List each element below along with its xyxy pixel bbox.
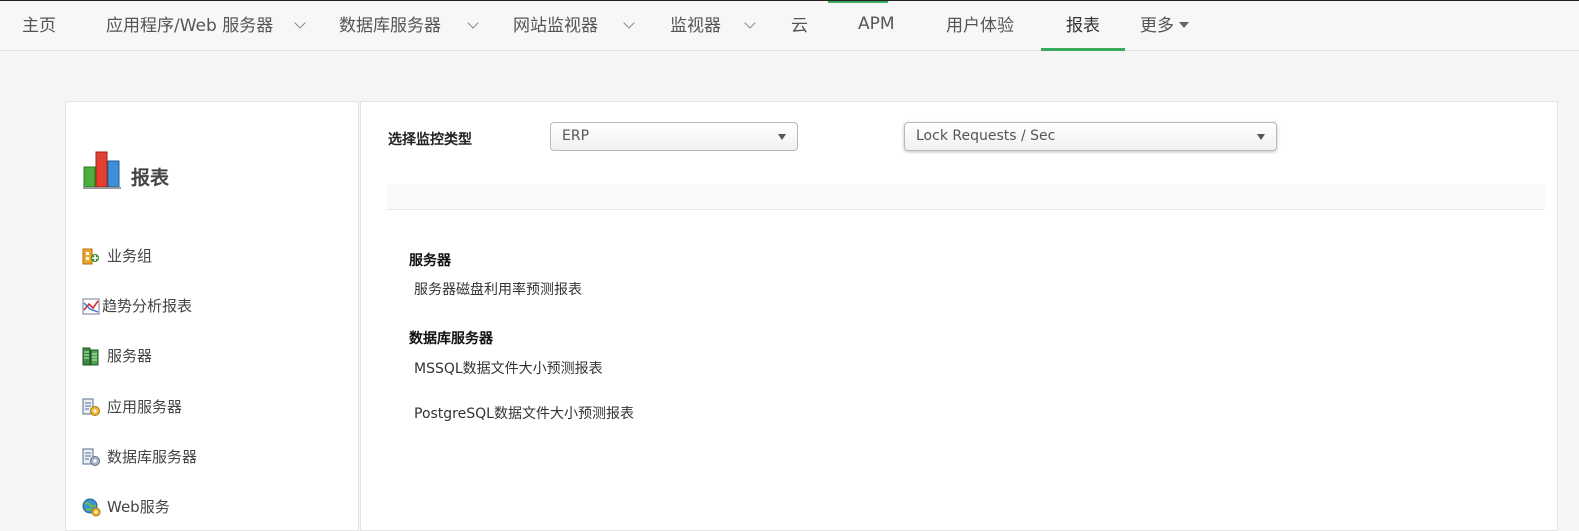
dropdown-arrow-icon [1257, 134, 1265, 140]
section-divider-bar [387, 184, 1545, 210]
nav-website-monitors[interactable]: 网站监视器 [513, 1, 635, 51]
database-server-icon [82, 448, 100, 466]
metric-select[interactable]: Lock Requests / Sec [904, 122, 1277, 151]
nav-label: 主页 [22, 16, 56, 36]
nav-cloud[interactable]: 云 [791, 1, 808, 51]
nav-label: 更多 [1140, 16, 1174, 36]
metric-value: Lock Requests / Sec [916, 128, 1056, 144]
chevron-down-icon[interactable] [467, 17, 479, 29]
monitor-type-select[interactable]: ERP [550, 122, 798, 151]
nav-reports[interactable]: 报表 [1041, 1, 1125, 51]
server-icon [82, 347, 99, 366]
sidebar-item-label: 趋势分析报表 [102, 297, 193, 315]
trend-chart-icon [82, 298, 100, 315]
report-link-postgresql-forecast[interactable]: PostgreSQL数据文件大小预测报表 [414, 403, 634, 423]
sidebar-item-label: Web服务 [107, 498, 170, 516]
sidebar-item-label: 数据库服务器 [107, 448, 198, 466]
nav-app-web-servers[interactable]: 应用程序/Web 服务器 [106, 1, 306, 51]
caret-down-icon [1179, 22, 1189, 28]
chevron-down-icon[interactable] [744, 17, 756, 29]
nav-label: 用户体验 [946, 16, 1014, 36]
nav-database-servers[interactable]: 数据库服务器 [339, 1, 479, 51]
nav-label: 数据库服务器 [339, 16, 441, 36]
nav-home[interactable]: 主页 [22, 1, 56, 51]
nav-label: 监视器 [670, 16, 721, 36]
web-service-icon [82, 498, 101, 517]
reports-main-panel: 选择监控类型 ERP Lock Requests / Sec 服务器 服务器磁盘… [360, 101, 1558, 531]
nav-apm[interactable]: APM [858, 0, 895, 49]
nav-more[interactable]: 更多 [1140, 1, 1189, 51]
nav-label: 应用程序/Web 服务器 [106, 16, 274, 36]
section-title-servers: 服务器 [409, 253, 451, 269]
monitor-type-label: 选择监控类型 [388, 132, 472, 148]
monitor-type-value: ERP [562, 128, 590, 144]
report-link-mssql-forecast[interactable]: MSSQL数据文件大小预测报表 [414, 358, 603, 378]
bar-chart-icon [83, 151, 121, 189]
nav-label: APM [858, 14, 895, 34]
nav-monitors[interactable]: 监视器 [670, 1, 756, 51]
sidebar-item-label: 应用服务器 [107, 398, 183, 416]
nav-label: 报表 [1066, 16, 1100, 36]
nav-label: 云 [791, 16, 808, 36]
report-link-server-disk-forecast[interactable]: 服务器磁盘利用率预测报表 [414, 279, 582, 299]
sidebar-item-label: 业务组 [107, 247, 153, 265]
chevron-down-icon[interactable] [294, 17, 306, 29]
app-server-icon [82, 398, 100, 416]
chevron-down-icon[interactable] [623, 17, 635, 29]
nav-label: 网站监视器 [513, 16, 598, 36]
dropdown-arrow-icon [778, 134, 786, 140]
reports-sidebar: 报表 业务组 趋势分析报表 服务器 应用服务器 数据库服务器 Web服务 [65, 101, 359, 531]
business-group-icon [82, 248, 99, 265]
nav-user-experience[interactable]: 用户体验 [946, 1, 1014, 51]
top-navigation: 主页 应用程序/Web 服务器 数据库服务器 网站监视器 监视器 云 APM 用… [0, 0, 1579, 51]
sidebar-title: 报表 [131, 167, 170, 189]
sidebar-item-label: 服务器 [107, 347, 153, 365]
section-title-database-servers: 数据库服务器 [409, 331, 493, 347]
